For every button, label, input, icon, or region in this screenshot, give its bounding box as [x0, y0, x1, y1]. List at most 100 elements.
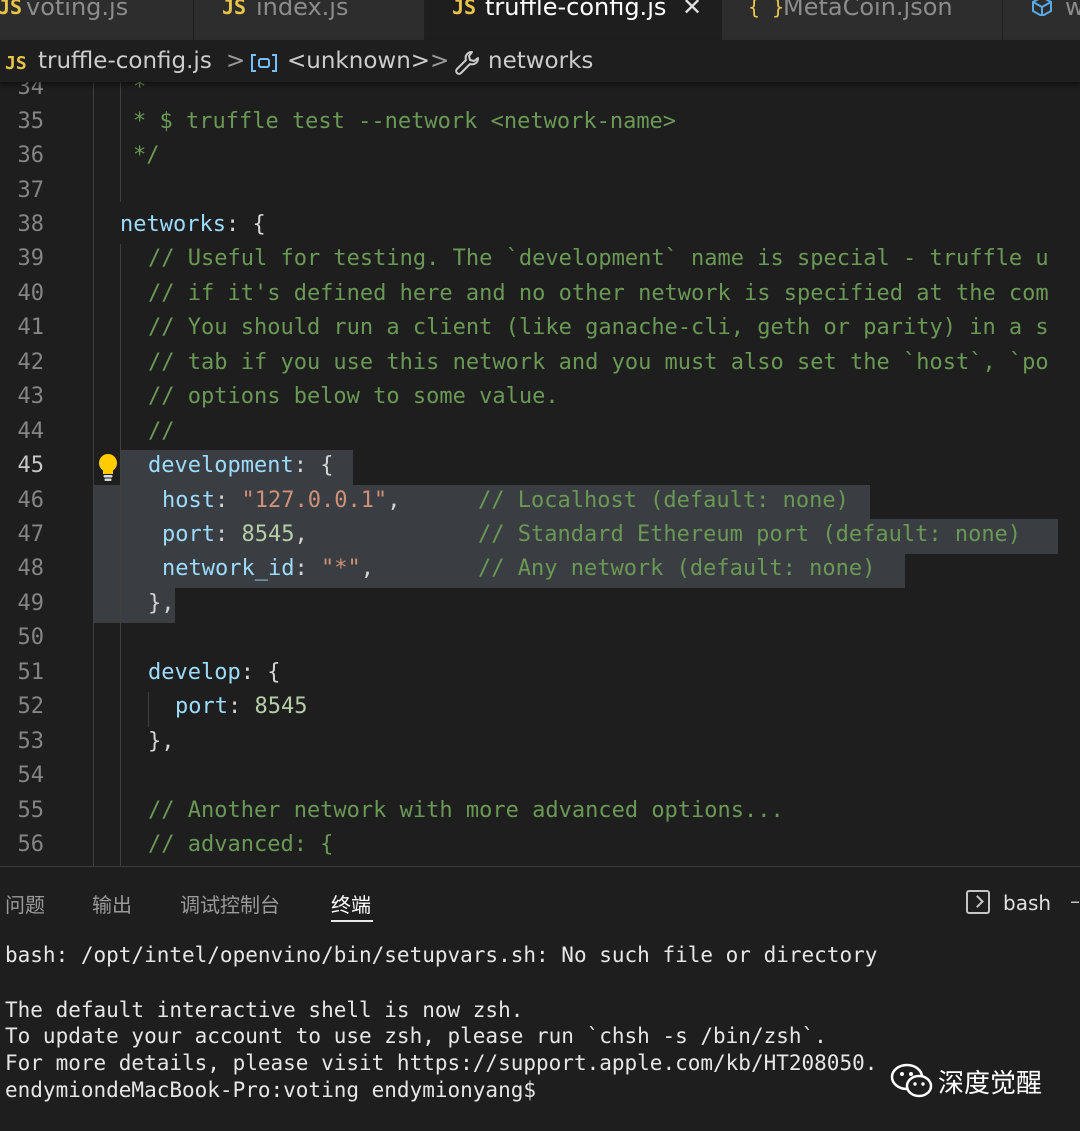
- line-number: 55: [17, 798, 45, 823]
- breadcrumb-file[interactable]: truffle-config.js: [38, 48, 212, 74]
- code-line-42: // tab if you use this network and you m…: [148, 350, 1049, 375]
- breadcrumb-property[interactable]: networks: [488, 48, 593, 74]
- tab-index-js[interactable]: JS index.js: [194, 0, 425, 40]
- terminal-line: bash: /opt/intel/openvino/bin/setupvars.…: [5, 943, 878, 967]
- indent-guide: [120, 244, 121, 866]
- code-line-35: * $ truffle test --network <network-name…: [133, 109, 677, 134]
- javascript-file-icon: JS: [0, 0, 23, 19]
- network-id-key: network_id: [162, 556, 295, 581]
- port-key: port: [175, 694, 228, 719]
- variable-symbol-icon: [251, 54, 277, 72]
- terminal-icon[interactable]: [966, 890, 990, 914]
- tab-voting-js[interactable]: JS voting.js: [0, 0, 194, 40]
- code-comment-46: // Localhost (default: none): [478, 488, 849, 513]
- code-line-40: // if it's defined here and no other net…: [148, 281, 1049, 306]
- cube-icon: [1032, 0, 1052, 16]
- port-value: 8545: [241, 522, 295, 547]
- code-line-53: },: [148, 729, 175, 754]
- terminal-prompt[interactable]: endymiondeMacBook-Pro:voting endymionyan…: [5, 1078, 536, 1102]
- code-line-49: },: [148, 591, 175, 616]
- line-number: 35: [17, 109, 45, 134]
- indent-guide: [120, 82, 121, 202]
- line-number: 50: [17, 625, 45, 650]
- code-line-44: //: [148, 419, 175, 444]
- line-number: 49: [17, 591, 45, 616]
- line-number: 48: [17, 556, 45, 581]
- indent-guide: [148, 692, 149, 727]
- editor-tab-bar: JS voting.js JS index.js JS truffle-conf…: [0, 0, 1080, 40]
- line-number: 52: [17, 694, 45, 719]
- tab-label: voting.js: [26, 0, 129, 21]
- breadcrumb: JS truffle-config.js > <unknown> > netwo…: [0, 40, 1080, 82]
- tab-truffle-config-js[interactable]: JS truffle-config.js ✕: [425, 0, 722, 40]
- panel-tab-debug-console[interactable]: 调试控制台: [180, 889, 280, 918]
- code-comment-48: // Any network (default: none): [478, 556, 876, 581]
- terminal-shell-selector[interactable]: bash: [1003, 891, 1051, 915]
- javascript-file-icon: JS: [222, 0, 247, 19]
- port-value: 8545: [254, 694, 308, 719]
- active-tab-indicator: [331, 920, 373, 922]
- breadcrumb-separator: >: [430, 48, 450, 74]
- wechat-icon: [890, 1063, 933, 1098]
- line-number: 40: [17, 281, 45, 306]
- code-line-45: development: {: [148, 453, 333, 478]
- code-comment-47: // Standard Ethereum port (default: none…: [478, 522, 1022, 547]
- javascript-file-icon: JS: [452, 0, 477, 19]
- line-number: 46: [17, 488, 45, 513]
- networks-key: networks: [120, 212, 226, 237]
- json-file-icon: { }: [748, 0, 785, 19]
- code-line-38: networks: {: [120, 212, 266, 237]
- punctuation: : {: [293, 453, 334, 478]
- code-line-55: // Another network with more advanced op…: [148, 798, 784, 823]
- panel-tab-terminal[interactable]: 终端: [331, 889, 371, 918]
- panel-tab-output[interactable]: 输出: [92, 889, 132, 918]
- punctuation: : {: [240, 660, 281, 685]
- line-number: 53: [17, 729, 45, 754]
- terminal-line: The default interactive shell is now zsh…: [5, 998, 524, 1022]
- tab-label: index.js: [256, 0, 349, 21]
- line-number-current: 45: [17, 453, 45, 478]
- code-line-51: develop: {: [148, 660, 280, 685]
- code-line-47: port: 8545,: [162, 522, 308, 547]
- line-number: 36: [17, 143, 45, 168]
- development-key: development: [148, 453, 294, 478]
- line-number: 47: [17, 522, 45, 547]
- breadcrumb-symbol[interactable]: <unknown>: [287, 48, 430, 74]
- code-line-36: */: [133, 143, 160, 168]
- code-line-41: // You should run a client (like ganache…: [148, 315, 1049, 340]
- close-icon[interactable]: ✕: [682, 0, 702, 19]
- host-key: host: [162, 488, 215, 513]
- line-number: 38: [17, 212, 45, 237]
- tab-metacoin-json[interactable]: { } MetaCoin.json: [722, 0, 1003, 40]
- code-editor[interactable]: 34 35 36 37 38 39 40 41 42 43 44 45 46 4…: [0, 82, 1080, 866]
- line-number: 42: [17, 350, 45, 375]
- code-line-34: *: [133, 82, 147, 100]
- network-id-value: "*": [320, 556, 361, 581]
- line-number: 54: [17, 763, 45, 788]
- watermark-text: 深度觉醒: [938, 1069, 1043, 1099]
- line-number: 51: [17, 660, 45, 685]
- javascript-file-icon: JS: [5, 53, 27, 74]
- line-number: 41: [17, 315, 45, 340]
- panel-tab-problems[interactable]: 问题: [5, 889, 45, 918]
- tab-w[interactable]: w: [1003, 0, 1080, 40]
- punctuation: : {: [225, 212, 266, 237]
- code-line-39: // Useful for testing. The `development`…: [148, 246, 1049, 271]
- port-key: port: [162, 522, 215, 547]
- more-icon[interactable]: –: [1070, 889, 1080, 913]
- code-line-46: host: "127.0.0.1",: [162, 488, 401, 513]
- breadcrumb-separator: >: [226, 48, 246, 74]
- tab-label: MetaCoin.json: [783, 0, 953, 21]
- line-number: 43: [17, 384, 45, 409]
- code-line-48: network_id: "*",: [162, 556, 374, 581]
- tab-label: truffle-config.js: [485, 0, 667, 21]
- wrench-icon: [455, 51, 479, 75]
- code-line-52: port: 8545: [175, 694, 308, 719]
- terminal-line: To update your account to use zsh, pleas…: [5, 1024, 827, 1048]
- develop-key: develop: [148, 660, 241, 685]
- terminal-line: For more details, please visit https://s…: [5, 1051, 878, 1075]
- code-line-56: // advanced: {: [148, 832, 334, 857]
- line-number: 37: [17, 178, 45, 203]
- line-number: 39: [17, 246, 45, 271]
- lightbulb-icon[interactable]: [96, 452, 120, 482]
